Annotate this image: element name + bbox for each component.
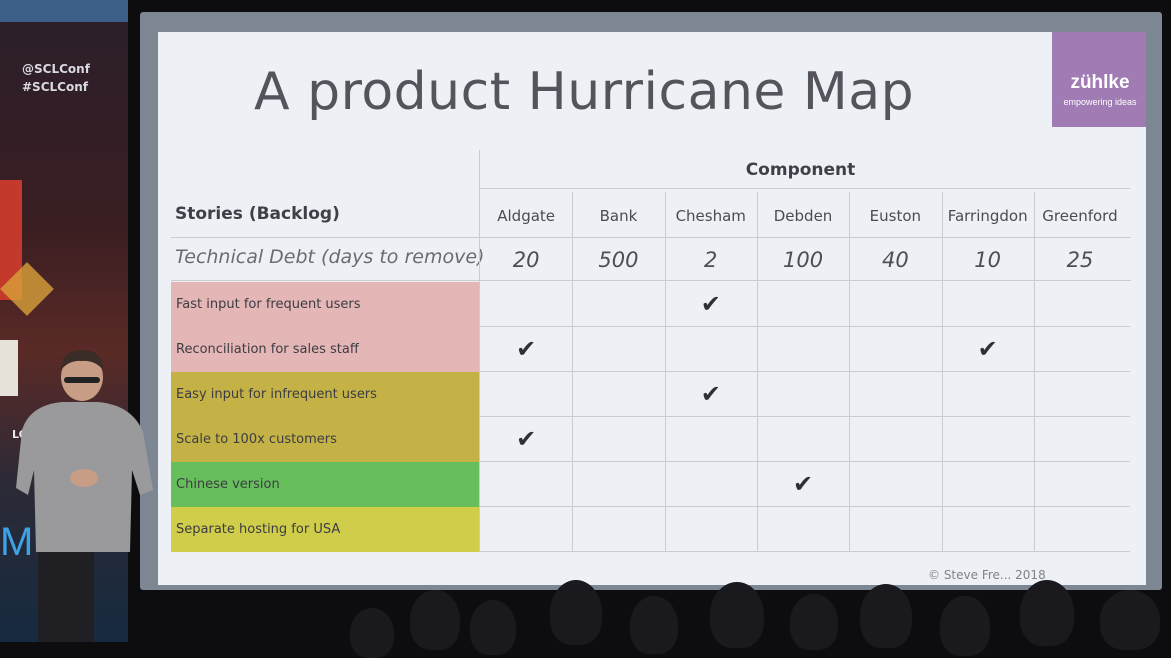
story-row-label: Reconciliation for sales staff [171, 327, 480, 372]
component-header: Component [745, 160, 856, 180]
technical-debt-value: 10 [974, 248, 1002, 272]
technical-debt-value: 2 [704, 248, 718, 272]
table-rule [480, 188, 1130, 189]
story-row-label: Easy input for infrequent users [171, 372, 480, 417]
table-rule [171, 237, 1131, 238]
hurricane-map-table: Component Stories (Backlog) Technical De… [158, 32, 1146, 585]
check-mark-icon: ✔ [700, 380, 721, 408]
technical-debt-value: 40 [881, 248, 909, 272]
table-rule [480, 371, 1130, 372]
component-name: Euston [869, 207, 922, 225]
technical-debt-value: 20 [512, 248, 540, 272]
table-rule [665, 192, 666, 552]
story-row-label: Fast input for frequent users [171, 282, 480, 327]
story-row-label: Separate hosting for USA [171, 507, 480, 552]
component-name: Farringdon [947, 207, 1028, 225]
component-name: Debden [773, 207, 833, 225]
table-rule [572, 192, 573, 552]
component-name: Aldgate [497, 207, 556, 225]
table-rule [849, 192, 850, 552]
table-rule [171, 280, 1131, 281]
table-rule [480, 461, 1130, 462]
check-mark-icon: ✔ [792, 470, 814, 498]
table-rule [1034, 192, 1035, 552]
technical-debt-value: 500 [598, 248, 639, 272]
check-mark-icon: ✔ [977, 335, 998, 363]
table-rule [757, 192, 758, 552]
table-rule [480, 416, 1130, 417]
slide: A product Hurricane Map zühlke empowerin… [158, 32, 1146, 585]
audience [340, 560, 1171, 658]
technical-debt-value: 100 [782, 248, 824, 272]
table-rule [480, 326, 1130, 327]
check-mark-icon: ✔ [516, 425, 537, 453]
check-mark-icon: ✔ [700, 290, 721, 318]
component-name: Chesham [675, 207, 746, 225]
check-mark-icon: ✔ [516, 335, 537, 363]
technical-debt-value: 25 [1066, 248, 1094, 272]
table-rule [942, 192, 943, 552]
presenter [16, 350, 153, 642]
table-rule [480, 551, 1130, 552]
technical-debt-label: Technical Debt (days to remove) [175, 246, 485, 268]
story-row-label: Chinese version [171, 462, 480, 507]
stories-header: Stories (Backlog) [175, 204, 340, 224]
table-rule [480, 506, 1130, 507]
component-name: Greenford [1042, 207, 1118, 225]
story-row-label: Scale to 100x customers [171, 417, 480, 462]
component-name: Bank [599, 207, 638, 225]
